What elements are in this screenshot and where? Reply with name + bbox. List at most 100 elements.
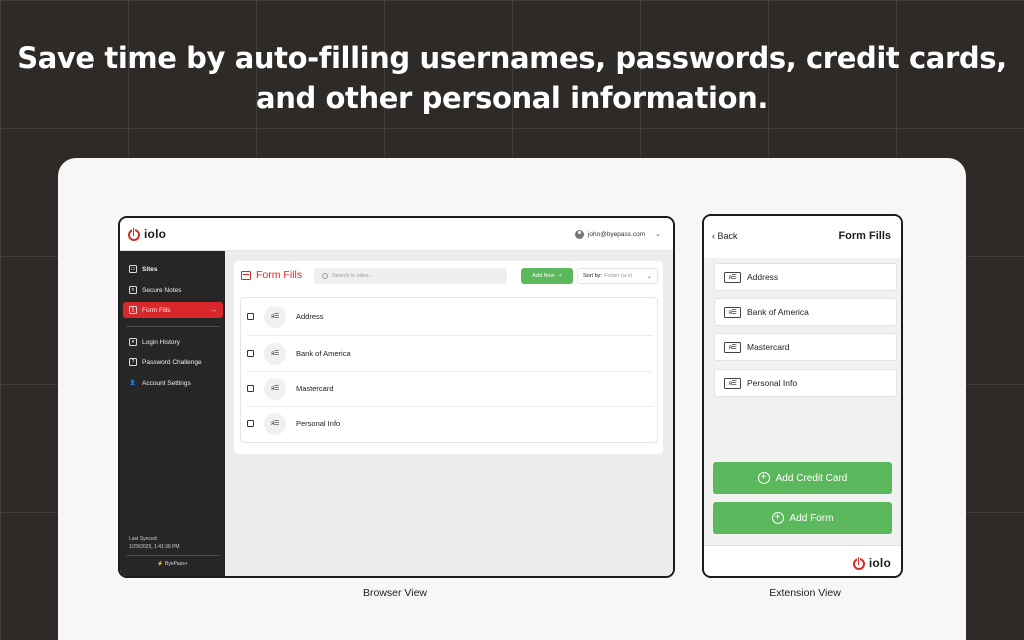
chevron-down-icon: ⌄ — [646, 273, 652, 280]
item-label: Personal Info — [747, 378, 798, 388]
add-new-label: Add New — [532, 273, 555, 279]
add-form-label: Add Form — [789, 512, 834, 524]
row-label: Personal Info — [296, 419, 341, 428]
last-synced-value: 1/29/2025, 1:41:39 PM — [129, 544, 180, 550]
notes-icon: ≡ — [129, 286, 137, 294]
chevron-down-icon: ⌄ — [655, 231, 661, 238]
add-form-button[interactable]: + Add Form — [713, 502, 892, 534]
iolo-logo[interactable]: iolo — [128, 227, 166, 241]
browser-view: iolo john@byepass.com ⌄ ▭ Sites ≡ Secure… — [118, 216, 675, 578]
power-logo-icon — [852, 556, 865, 570]
form-fills-icon — [241, 270, 251, 280]
item-label: Bank of America — [747, 307, 809, 317]
row-label: Mastercard — [296, 384, 334, 393]
form-fills-panel: Form Fills Search in sites... Add New + … — [234, 261, 663, 454]
sidebar-divider — [126, 555, 220, 556]
table-row[interactable]: ᴙ☰ Bank of America — [241, 336, 657, 371]
row-checkbox[interactable] — [247, 420, 254, 427]
row-label: Bank of America — [296, 349, 351, 358]
extension-header: ‹ Back Form Fills — [704, 216, 901, 258]
browser-header: iolo john@byepass.com ⌄ — [120, 218, 673, 251]
sort-value: Folder (a-z) — [603, 273, 633, 279]
byepass-brand-text: ByePass+ — [164, 561, 188, 567]
add-new-button[interactable]: Add New + — [521, 268, 573, 284]
user-menu[interactable]: john@byepass.com ⌄ — [574, 229, 661, 239]
back-label: Back — [717, 231, 738, 241]
sites-icon: ▭ — [129, 265, 137, 273]
id-card-icon: ᴙ☰ — [724, 306, 741, 318]
sort-label: Sort by: — [583, 273, 602, 279]
row-checkbox[interactable] — [247, 385, 254, 392]
sort-select[interactable]: Sort by: Folder (a-z) ⌄ — [577, 268, 658, 284]
chevron-left-icon: ‹ — [712, 231, 715, 241]
extension-list-item[interactable]: ᴙ☰ Mastercard — [714, 333, 897, 361]
sidebar-item-label: Form Fills — [142, 306, 171, 314]
headline-line-2: and other personal information. — [256, 81, 768, 115]
arrow-right-icon: → — [210, 306, 217, 314]
form-fills-list: ᴙ☰ Address ᴙ☰ Bank of America ᴙ☰ Masterc… — [240, 297, 658, 443]
byepass-brand: ⚡ ByePass+ — [157, 561, 188, 567]
account-icon — [574, 229, 584, 239]
id-card-icon: ᴙ☰ — [724, 341, 741, 353]
sidebar-item-label: Secure Notes — [142, 286, 182, 294]
headline: Save time by auto-filling usernames, pas… — [0, 38, 1024, 118]
challenge-icon: ? — [129, 358, 137, 366]
id-card-icon: ᴙ☰ — [264, 377, 286, 400]
user-email: john@byepass.com — [587, 230, 646, 238]
table-row[interactable]: ᴙ☰ Address — [241, 299, 657, 334]
extension-footer: iolo — [704, 545, 901, 576]
extension-view-caption: Extension View — [769, 587, 841, 599]
id-card-icon: ᴙ☰ — [264, 342, 286, 365]
id-card-icon: ᴙ☰ — [264, 305, 286, 328]
item-label: Mastercard — [747, 342, 790, 352]
sidebar-item-label: Login History — [142, 338, 180, 346]
sidebar-divider — [126, 326, 220, 327]
extension-list-item[interactable]: ᴙ☰ Bank of America — [714, 298, 897, 326]
headline-line-1: Save time by auto-filling usernames, pas… — [17, 41, 1007, 75]
sidebar-item-form-fills[interactable]: ▯ Form Fills → — [123, 302, 223, 318]
table-row[interactable]: ᴙ☰ Mastercard — [241, 371, 657, 406]
row-checkbox[interactable] — [247, 350, 254, 357]
page-title-text: Form Fills — [256, 269, 303, 281]
id-card-icon: ᴙ☰ — [724, 271, 741, 283]
add-credit-card-label: Add Credit Card — [775, 472, 848, 484]
last-synced: Last Synced: 1/29/2025, 1:41:39 PM — [129, 535, 180, 551]
sidebar: ▭ Sites ≡ Secure Notes ▯ Form Fills → ▾ … — [120, 251, 225, 576]
extension-view: ‹ Back Form Fills ᴙ☰ Address ᴙ☰ Bank of … — [702, 214, 903, 578]
sidebar-item-secure-notes[interactable]: ≡ Secure Notes — [123, 282, 223, 298]
search-input[interactable]: Search in sites... — [314, 268, 507, 284]
table-row[interactable]: ᴙ☰ Personal Info — [241, 406, 657, 441]
sidebar-item-label: Account Settings — [142, 379, 191, 387]
form-fills-icon: ▯ — [129, 306, 137, 314]
browser-view-caption: Browser View — [363, 587, 427, 599]
last-synced-label: Last Synced: — [129, 536, 158, 542]
page-title: Form Fills — [241, 269, 302, 281]
plus-circle-icon: + — [757, 472, 770, 484]
add-credit-card-button[interactable]: + Add Credit Card — [713, 462, 892, 494]
logo-text: iolo — [868, 556, 891, 570]
iolo-logo: iolo — [852, 556, 891, 570]
sidebar-item-label: Sites — [142, 265, 158, 273]
id-card-icon: ᴙ☰ — [724, 377, 741, 389]
sidebar-item-password-challenge[interactable]: ? Password Challenge — [123, 354, 223, 370]
extension-list-item[interactable]: ᴙ☰ Address — [714, 263, 897, 291]
search-placeholder: Search in sites... — [332, 273, 373, 279]
sidebar-item-login-history[interactable]: ▾ Login History — [123, 334, 223, 350]
plus-icon: + — [558, 273, 562, 279]
sidebar-item-sites[interactable]: ▭ Sites — [123, 261, 223, 277]
history-icon: ▾ — [129, 338, 137, 346]
main-content: Form Fills Search in sites... Add New + … — [225, 251, 673, 576]
power-logo-icon — [128, 227, 140, 241]
sidebar-item-label: Password Challenge — [142, 358, 202, 366]
plus-circle-icon: + — [771, 512, 784, 524]
row-checkbox[interactable] — [247, 313, 254, 320]
item-label: Address — [747, 272, 779, 282]
user-icon: 👤 — [129, 380, 137, 386]
extension-list-item[interactable]: ᴙ☰ Personal Info — [714, 369, 897, 397]
sidebar-item-account-settings[interactable]: 👤 Account Settings — [123, 375, 223, 391]
back-button[interactable]: ‹ Back — [712, 231, 738, 241]
id-card-icon: ᴙ☰ — [264, 412, 286, 435]
extension-title: Form Fills — [838, 230, 891, 242]
search-icon — [322, 273, 328, 279]
logo-text: iolo — [144, 227, 167, 241]
